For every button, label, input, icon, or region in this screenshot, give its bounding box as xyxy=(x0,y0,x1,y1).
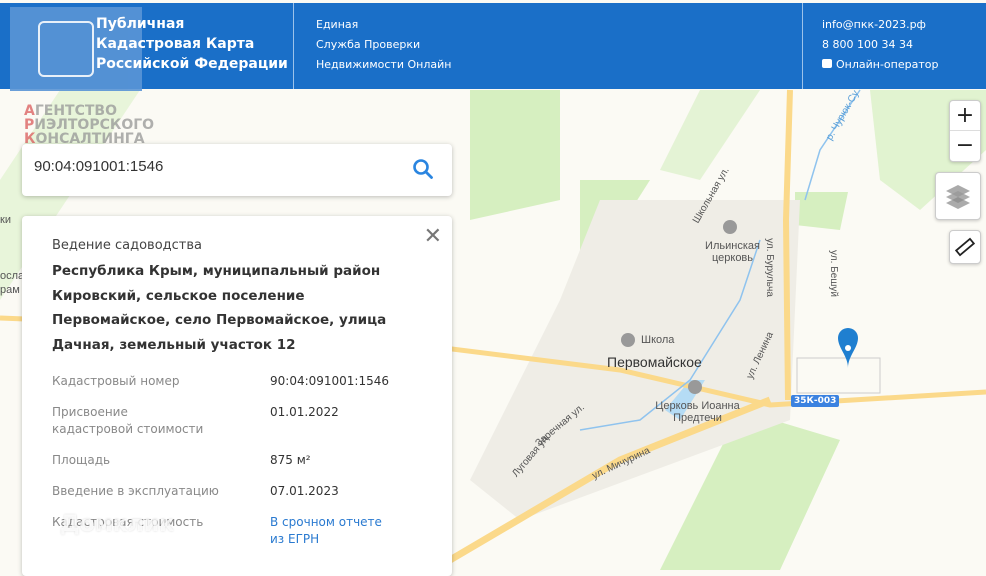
map-label: рам xyxy=(0,284,20,296)
info-value: 875 м² xyxy=(270,453,311,467)
info-row: Присвоение кадастровой стоимости 01.01.20… xyxy=(52,404,422,438)
info-row: Площадь 875 м² xyxy=(52,452,422,469)
layers-button[interactable] xyxy=(935,172,981,220)
parcel-address: Республика Крым, муниципальный район Кир… xyxy=(52,263,387,353)
map-label-street: ул. Бурульча xyxy=(763,238,775,297)
subtitle-line: Единая xyxy=(316,18,359,31)
map-label-street: ул. Бешуй xyxy=(827,250,839,297)
church-icon xyxy=(688,380,702,394)
info-value: 90:04:091001:1546 xyxy=(270,374,390,388)
map-label: ки xyxy=(0,214,11,226)
egrn-report-link[interactable]: В срочном отчете из ЕГРН xyxy=(270,515,382,546)
agency-watermark: АГЕНТСТВО РИЭЛТОРСКОГО КОНСАЛТИНГА xyxy=(24,103,155,147)
subtitle-line: Служба Проверки xyxy=(316,38,421,51)
online-operator-link[interactable]: Онлайн-оператор xyxy=(822,55,938,75)
measure-button[interactable] xyxy=(949,230,981,264)
search-bar xyxy=(22,144,452,196)
land-use-type: Ведение садоводства xyxy=(52,238,202,253)
site-title[interactable]: Публичная Кадастровая Карта Российской Ф… xyxy=(96,14,288,74)
info-row: Кадастровый номер 90:04:091001:1546 xyxy=(52,373,422,390)
title-line: Кадастровая Карта xyxy=(96,36,255,52)
title-line: Публичная xyxy=(96,16,185,32)
info-label: Введение в эксплуатацию xyxy=(52,484,219,498)
school-icon xyxy=(621,333,635,347)
zoom-in-button[interactable]: + xyxy=(950,101,980,131)
house-pin-icon xyxy=(38,21,94,77)
search-input[interactable] xyxy=(34,158,394,175)
ruler-icon xyxy=(954,237,976,257)
map-label-church: Ильинская церковь xyxy=(705,240,760,264)
title-line: Российской Федерации xyxy=(96,56,288,72)
zoom-control: + − xyxy=(949,100,981,162)
search-icon[interactable] xyxy=(412,158,434,180)
info-value: 01.01.2022 xyxy=(270,405,339,419)
contacts: info@пкк-2023.рф 8 800 100 34 34 Онлайн-… xyxy=(822,15,938,75)
close-icon[interactable]: ✕ xyxy=(424,224,442,249)
site-header: Публичная Кадастровая Карта Российской Ф… xyxy=(0,3,986,91)
map-label-village: Первомайское xyxy=(607,354,702,370)
info-label: Кадастровый номер xyxy=(52,374,180,388)
info-value: 07.01.2023 xyxy=(270,484,339,498)
domklik-watermark: Домклик xyxy=(60,512,175,537)
subtitle-line: Недвижимости Онлайн xyxy=(316,58,452,71)
divider xyxy=(293,3,294,89)
email-link[interactable]: info@пкк-2023.рф xyxy=(822,15,938,35)
road-number-badge: 35К-003 xyxy=(791,395,840,407)
church-icon xyxy=(723,220,737,234)
map-label-school: Школа xyxy=(641,334,675,346)
phone-link[interactable]: 8 800 100 34 34 xyxy=(822,35,938,55)
site-subtitle: Единая Служба Проверки Недвижимости Онла… xyxy=(316,15,451,75)
layers-icon xyxy=(946,185,970,209)
info-label: Площадь xyxy=(52,453,111,467)
info-label: Присвоение кадастровой стоимости xyxy=(52,405,204,436)
online-operator-label: Онлайн-оператор xyxy=(836,58,939,71)
zoom-out-button[interactable]: − xyxy=(950,131,980,161)
info-row: Введение в эксплуатацию 07.01.2023 xyxy=(52,483,422,500)
divider xyxy=(802,3,803,89)
map-label-church: Церковь Иоанна Предтечи xyxy=(655,400,740,424)
chat-icon xyxy=(822,59,832,68)
